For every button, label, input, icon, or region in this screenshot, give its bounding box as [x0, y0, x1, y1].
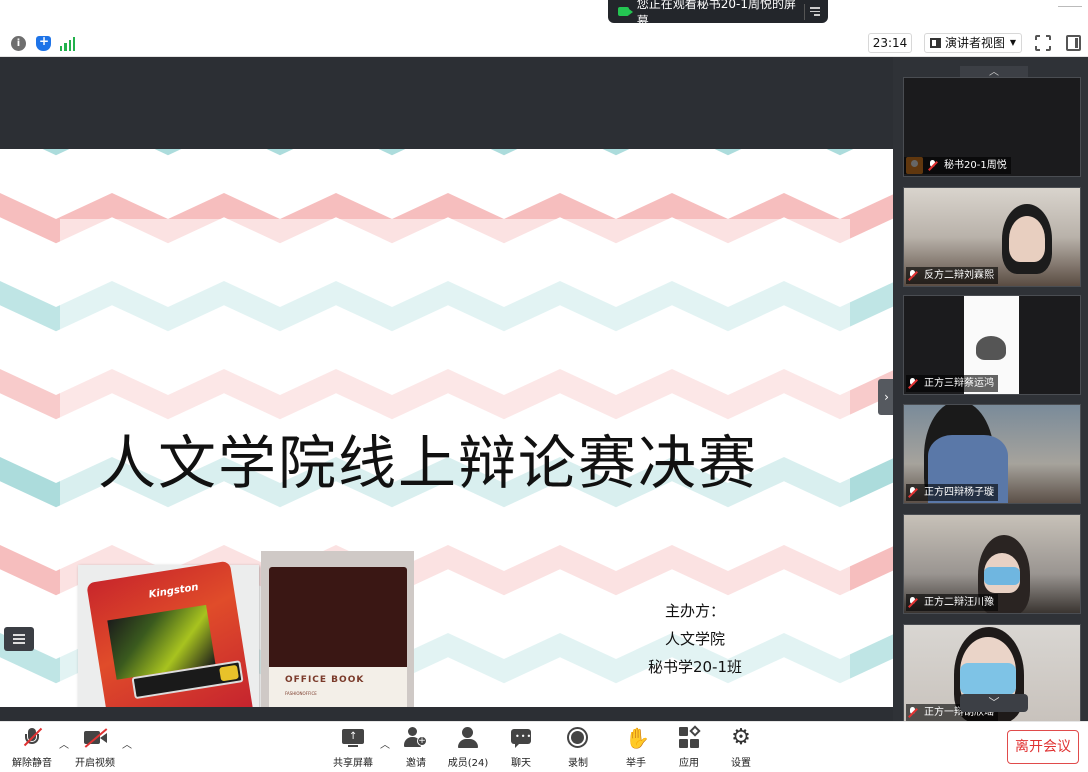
mic-muted-icon [908, 487, 918, 498]
view-selector[interactable]: 演讲者视图 ▼ [924, 33, 1022, 53]
participant-name: 反方二辩刘霖熙 [906, 267, 998, 284]
video-camera-icon [618, 7, 633, 16]
book-subtitle: FASHIONOFFICE [285, 691, 317, 696]
raise-hand-label: 举手 [626, 758, 646, 769]
apps-label: 应用 [679, 758, 699, 769]
menu-icon[interactable] [804, 3, 822, 20]
shield-icon[interactable] [36, 34, 51, 51]
start-video-label: 开启视频 [75, 758, 115, 769]
unmute-label: 解除静音 [12, 758, 52, 769]
sidebar-toggle-icon[interactable] [1066, 35, 1081, 51]
chevron-down-icon: ▼ [1009, 38, 1016, 47]
record-icon [567, 726, 589, 750]
mic-muted-icon [22, 726, 43, 750]
participant-tile[interactable]: 秘书20-1周悦 [903, 77, 1081, 177]
organizer-block: 主办方： 人文学院 秘书学20-1班 [640, 597, 750, 681]
chevron-up-icon[interactable]: ︿ [122, 736, 132, 751]
participant-tile[interactable]: 正方四辩杨子璇 [903, 404, 1081, 504]
signal-icon[interactable] [60, 36, 75, 51]
participant-tile[interactable]: 反方二辩刘霖熙 [903, 187, 1081, 287]
leave-meeting-button[interactable]: 离开会议 [1007, 730, 1079, 764]
fullscreen-icon[interactable] [1034, 34, 1052, 52]
chat-label: 聊天 [511, 758, 531, 769]
apps-icon [678, 725, 701, 750]
settings-label: 设置 [731, 758, 751, 769]
add-user-icon: + [404, 726, 428, 750]
presentation-slide: 人文学院线上辩论赛决赛 Kingston OFFICE BOOK FASHION… [0, 149, 893, 707]
shared-screen: 人文学院线上辩论赛决赛 Kingston OFFICE BOOK FASHION… [0, 57, 895, 721]
list-icon[interactable] [4, 627, 34, 651]
usb-brand-label: Kingston [147, 581, 200, 601]
hand-icon: ✋ [625, 726, 650, 750]
mic-muted-icon [908, 707, 918, 718]
invite-button[interactable]: + 邀请 [389, 726, 443, 770]
participant-tile[interactable]: 正方二辩汪川豫 [903, 514, 1081, 614]
mic-muted-icon [928, 160, 938, 171]
participant-name: 正方二辩汪川豫 [906, 594, 998, 611]
notebook-photo: OFFICE BOOK FASHIONOFFICE [261, 551, 414, 707]
participants-icon [457, 726, 479, 750]
organizer-label: 主办方： [664, 602, 725, 620]
settings-button[interactable]: ⚙ 设置 [714, 726, 768, 770]
minimize-icon[interactable] [1058, 6, 1082, 7]
participants-button[interactable]: 成员(24) [441, 726, 495, 770]
meeting-timer: 23:14 [868, 33, 912, 53]
info-icon[interactable]: i [11, 36, 26, 51]
raise-hand-button[interactable]: ✋ 举手 [609, 726, 663, 770]
sharing-banner-text: 您正在观看秘书20-1周悦的屏幕 [636, 0, 797, 28]
start-video-button[interactable]: 开启视频 [68, 726, 122, 770]
participant-name: 正方三辩蔡运鸿 [906, 375, 998, 392]
sharing-banner[interactable]: 您正在观看秘书20-1周悦的屏幕 [608, 0, 828, 28]
organizer-line-2: 秘书学20-1班 [647, 658, 743, 676]
mic-muted-icon [908, 597, 918, 608]
mic-muted-icon [908, 270, 918, 281]
chevron-down-icon[interactable]: ﹀ [960, 694, 1028, 712]
chat-icon: ••• [510, 726, 532, 750]
share-screen-button[interactable]: ↑ 共享屏幕 [326, 726, 380, 770]
mic-muted-icon [908, 378, 918, 389]
share-screen-icon: ↑ [341, 726, 365, 750]
record-label: 录制 [568, 758, 588, 769]
apps-button[interactable]: 应用 [662, 725, 716, 770]
participants-label: 成员(24) [447, 758, 489, 769]
share-screen-label: 共享屏幕 [333, 758, 373, 769]
usb-drive-photo: Kingston [78, 560, 259, 707]
view-label: 演讲者视图 [945, 36, 1006, 50]
invite-label: 邀请 [406, 758, 426, 769]
video-off-icon [82, 726, 108, 750]
slide-title: 人文学院线上辩论赛决赛 [98, 429, 759, 497]
unmute-button[interactable]: 解除静音 [5, 726, 59, 770]
record-button[interactable]: 录制 [551, 726, 605, 770]
chat-button[interactable]: ••• 聊天 [494, 726, 548, 770]
participant-name: 秘书20-1周悦 [904, 157, 1011, 174]
control-bar: 解除静音 ︿ 开启视频 ︿ ↑ 共享屏幕 ︿ + 邀请 成员(24) ••• 聊… [0, 721, 1088, 772]
chevron-stripe [42, 149, 854, 156]
organizer-line-1: 人文学院 [664, 630, 725, 648]
gear-icon: ⚙ [731, 725, 751, 750]
meeting-toolbar: i 23:14 演讲者视图 ▼ [0, 30, 1088, 57]
speaker-view-icon [930, 38, 941, 48]
participant-tile[interactable]: 正方三辩蔡运鸿 [903, 295, 1081, 395]
book-title: OFFICE BOOK [285, 675, 365, 685]
participant-name: 正方四辩杨子璇 [906, 484, 998, 501]
